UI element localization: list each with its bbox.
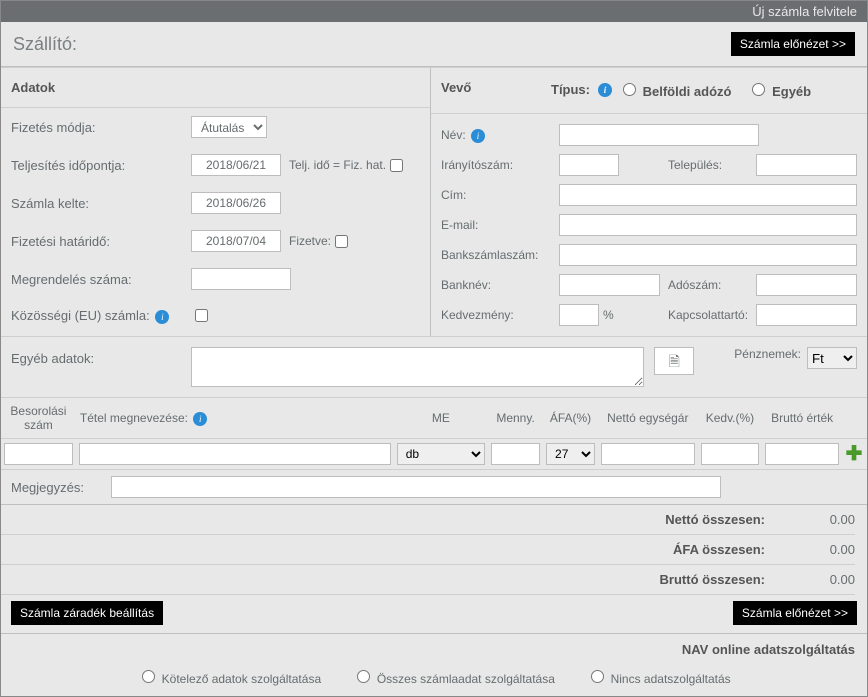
address-input[interactable] [559, 184, 857, 206]
item-unit-select[interactable]: db [397, 443, 485, 465]
nav-opt-all[interactable]: Összes számlaadat szolgáltatása [352, 672, 558, 686]
type-label: Típus: [551, 82, 590, 97]
eu-invoice-label: Közösségi (EU) számla: i [11, 308, 191, 324]
eu-invoice-checkbox[interactable] [195, 309, 208, 322]
supplier-label: Szállító: [13, 34, 77, 55]
invoice-preview-button-bottom[interactable]: Számla előnézet >> [733, 601, 857, 625]
email-input[interactable] [559, 214, 857, 236]
bank-account-label: Bankszámlaszám: [441, 248, 551, 262]
fulfillment-equals-due-checkbox[interactable] [390, 159, 403, 172]
info-icon: i [193, 412, 207, 426]
city-label: Település: [668, 158, 748, 172]
remark-input[interactable] [111, 476, 721, 498]
gross-total-value: 0.00 [795, 572, 855, 587]
line-item-row: db 27 ✚ [1, 439, 867, 470]
line-items-table: Besorolási szám Tétel megnevezése: i ME … [1, 398, 867, 470]
info-icon: i [155, 310, 169, 324]
order-number-input[interactable] [191, 268, 291, 290]
col-discount: Kedv.(%) [698, 398, 763, 439]
type-other-radio[interactable] [752, 83, 765, 96]
invoice-date-label: Számla kelte: [11, 196, 191, 211]
nav-section-title: NAV online adatszolgáltatás [1, 633, 867, 663]
document-icon-button[interactable]: 🗎 [654, 347, 694, 375]
invoice-modal: Új számla felvitele Szállító: Számla elő… [0, 0, 868, 697]
paid-checkbox[interactable] [335, 235, 348, 248]
payment-method-label: Fizetés módja: [11, 120, 191, 135]
nav-opt-none[interactable]: Nincs adatszolgáltatás [586, 672, 730, 686]
info-icon: i [598, 83, 612, 97]
email-label: E-mail: [441, 218, 551, 232]
col-unit-price: Nettó egységár [598, 398, 698, 439]
currency-label: Pénznemek: [734, 347, 801, 361]
col-qty: Menny. [488, 398, 543, 439]
col-item-name: Tétel megnevezése: i [76, 398, 394, 439]
tax-number-input[interactable] [756, 274, 857, 296]
fulfillment-date-label: Teljesítés időpontja: [11, 158, 191, 173]
vat-total-label: ÁFA összesen: [615, 542, 765, 557]
city-input[interactable] [756, 154, 857, 176]
contact-input[interactable] [756, 304, 857, 326]
due-date-input[interactable] [191, 230, 281, 252]
item-vat-select[interactable]: 27 [546, 443, 595, 465]
order-number-label: Megrendelés száma: [11, 272, 191, 287]
nav-opt-all-radio[interactable] [357, 670, 370, 683]
other-data-label: Egyéb adatok: [11, 347, 191, 366]
zip-label: Irányítószám: [441, 158, 551, 172]
paid-label: Fizetve: [289, 234, 331, 248]
buyer-name-input[interactable] [559, 124, 759, 146]
window-title: Új számla felvitele [752, 4, 857, 19]
tax-number-label: Adószám: [668, 278, 748, 292]
discount-label: Kedvezmény: [441, 308, 551, 322]
bank-name-label: Banknév: [441, 278, 551, 292]
net-total-value: 0.00 [795, 512, 855, 527]
header-row: Szállító: Számla előnézet >> [1, 22, 867, 67]
buyer-section-title: Vevő [441, 80, 551, 99]
type-domestic-radio[interactable] [623, 83, 636, 96]
item-classification-input[interactable] [4, 443, 73, 465]
invoice-clause-button[interactable]: Számla záradék beállítás [11, 601, 163, 625]
col-unit: ME [394, 398, 488, 439]
col-vat: ÁFA(%) [543, 398, 598, 439]
col-gross: Bruttó érték [762, 398, 842, 439]
zip-input[interactable] [559, 154, 619, 176]
contact-label: Kapcsolattartó: [668, 308, 748, 322]
due-date-label: Fizetési határidő: [11, 234, 191, 249]
item-gross-input[interactable] [765, 443, 839, 465]
bank-name-input[interactable] [559, 274, 660, 296]
totals-section: Nettó összesen: 0.00 ÁFA összesen: 0.00 … [1, 504, 867, 595]
col-classification: Besorolási szám [1, 398, 76, 439]
invoice-preview-button-top[interactable]: Számla előnézet >> [731, 32, 855, 56]
currency-select[interactable]: Ft [807, 347, 857, 369]
item-qty-input[interactable] [491, 443, 540, 465]
percent-label: % [603, 308, 614, 322]
info-icon: i [471, 129, 485, 143]
payment-method-select[interactable]: Átutalás [191, 116, 267, 138]
add-line-icon[interactable]: ✚ [845, 445, 863, 463]
nav-opt-mandatory[interactable]: Kötelező adatok szolgáltatása [137, 672, 324, 686]
buyer-name-label: Név: i [441, 128, 551, 143]
nav-opt-none-radio[interactable] [591, 670, 604, 683]
vat-total-value: 0.00 [795, 542, 855, 557]
type-other-option[interactable]: Egyéb [747, 80, 811, 99]
section-title-adatok: Adatok [1, 68, 430, 108]
bank-account-input[interactable] [559, 244, 857, 266]
item-name-input[interactable] [79, 443, 391, 465]
other-data-textarea[interactable] [191, 347, 644, 387]
fulfillment-date-input[interactable] [191, 154, 281, 176]
remark-label: Megjegyzés: [11, 480, 111, 495]
type-domestic-option[interactable]: Belföldi adózó [618, 80, 731, 99]
net-total-label: Nettó összesen: [615, 512, 765, 527]
item-unit-price-input[interactable] [601, 443, 695, 465]
item-discount-input[interactable] [701, 443, 760, 465]
fulfillment-equals-due-label: Telj. idő = Fiz. hat. [289, 158, 386, 172]
invoice-date-input[interactable] [191, 192, 281, 214]
gross-total-label: Bruttó összesen: [615, 572, 765, 587]
titlebar: Új számla felvitele [1, 1, 867, 22]
address-label: Cím: [441, 188, 551, 202]
discount-input[interactable] [559, 304, 599, 326]
nav-opt-mandatory-radio[interactable] [142, 670, 155, 683]
